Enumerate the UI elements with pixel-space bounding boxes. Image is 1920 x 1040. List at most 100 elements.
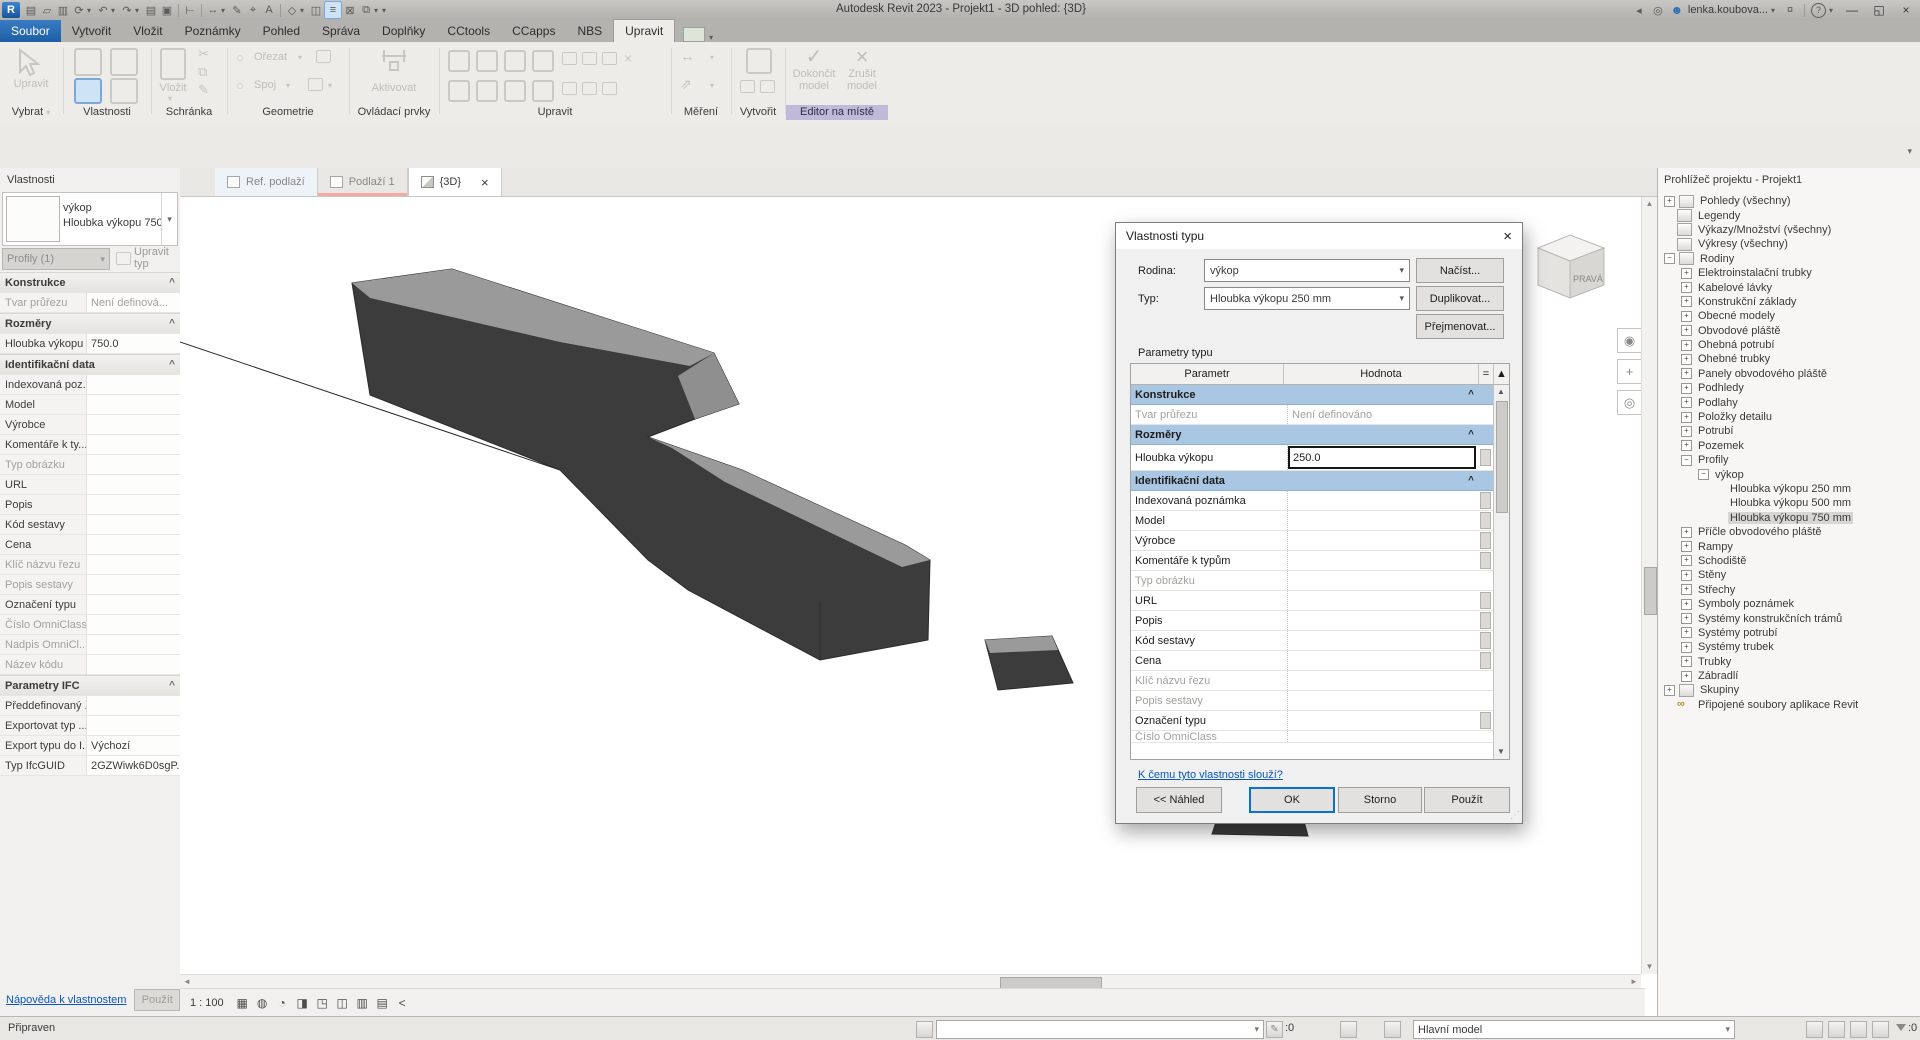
tree-expand-box[interactable]: +: [1664, 685, 1675, 696]
back-icon[interactable]: ◂: [1631, 2, 1647, 18]
switch-windows-icon[interactable]: ⧉: [358, 2, 374, 18]
tree-item-label[interactable]: Hloubka výkopu 500 mm: [1728, 497, 1853, 509]
detail-level-icon[interactable]: ▦: [235, 996, 250, 1011]
filter-icon[interactable]: [1896, 1024, 1906, 1031]
tree-item[interactable]: +Panely obvodového pláště: [1658, 367, 1920, 381]
type-selector-dropdown-icon[interactable]: ▾: [161, 193, 177, 245]
dimension-dropdown-icon[interactable]: ▾: [221, 6, 229, 15]
collapse-chevron-icon[interactable]: ^: [1468, 429, 1474, 440]
detail-line-icon[interactable]: ✎: [229, 2, 245, 18]
customize-qat-icon[interactable]: ▾: [382, 6, 390, 15]
trim-extend-icon[interactable]: [532, 80, 554, 102]
associate-parameter-button[interactable]: [1480, 632, 1491, 649]
active-option-icon[interactable]: [1384, 1021, 1401, 1038]
tab-nbs[interactable]: NBS: [566, 20, 613, 42]
preview-button[interactable]: << Náhled: [1136, 787, 1222, 813]
tree-expand-box[interactable]: −: [1664, 253, 1675, 264]
tree-item-label[interactable]: Symboly poznámek: [1696, 598, 1796, 610]
tree-item-label[interactable]: Trubky: [1696, 656, 1733, 668]
match-type-icon[interactable]: ✎: [198, 82, 209, 98]
tree-item-label[interactable]: Obvodové pláště: [1696, 325, 1783, 337]
tree-item-label[interactable]: Rampy: [1696, 541, 1735, 553]
group-label-ovladaci[interactable]: Ovládací prvky: [350, 105, 438, 120]
property-value[interactable]: 750.0: [87, 338, 180, 350]
user-dropdown-icon[interactable]: ▾: [1771, 6, 1779, 15]
editable-only-icon[interactable]: ✎: [1266, 1021, 1283, 1038]
modify-cursor-icon[interactable]: [14, 48, 40, 81]
tree-expand-box[interactable]: +: [1681, 671, 1692, 682]
tree-item-label[interactable]: Systémy trubek: [1696, 641, 1776, 653]
tree-expand-box[interactable]: +: [1681, 368, 1692, 379]
3d-view-dropdown-icon[interactable]: ▾: [300, 6, 308, 15]
tab-pohled[interactable]: Pohled: [252, 20, 311, 42]
move-icon[interactable]: [448, 80, 470, 102]
dialog-param-row[interactable]: URL: [1131, 591, 1494, 611]
paint-icon[interactable]: [308, 78, 323, 91]
tab-sprava[interactable]: Správa: [311, 20, 371, 42]
tree-item[interactable]: +Kabelové lávky: [1658, 280, 1920, 294]
type-selector[interactable]: výkop Hloubka výkopu 750 mm ▾: [2, 192, 178, 246]
associate-parameter-button[interactable]: [1480, 532, 1491, 549]
tree-item[interactable]: +Konstrukční základy: [1658, 295, 1920, 309]
associate-parameter-button[interactable]: [1480, 492, 1491, 509]
dialog-param-row[interactable]: Cena: [1131, 651, 1494, 671]
pin-icon[interactable]: [602, 52, 617, 65]
tree-expand-box[interactable]: +: [1681, 383, 1692, 394]
dialog-param-row[interactable]: Klíč názvu řezu: [1131, 671, 1494, 691]
associate-parameter-button[interactable]: [1480, 552, 1491, 569]
tree-expand-box[interactable]: +: [1681, 397, 1692, 408]
tree-item[interactable]: +Zábradlí: [1658, 669, 1920, 683]
tree-item[interactable]: +Položky detailu: [1658, 410, 1920, 424]
tree-item[interactable]: +Obecné modely: [1658, 309, 1920, 323]
param-value[interactable]: [1288, 651, 1478, 670]
tree-item[interactable]: Výkazy/Množství (všechny): [1658, 223, 1920, 237]
dialog-param-row[interactable]: Typ obrázku: [1131, 571, 1494, 591]
unpin-icon[interactable]: [602, 82, 617, 95]
property-row[interactable]: Komentáře k ty...: [0, 435, 180, 455]
tree-item-label[interactable]: Schodiště: [1696, 555, 1748, 567]
tree-item[interactable]: ∞Připojené soubory aplikace Revit: [1658, 698, 1920, 712]
property-value[interactable]: Výchozí: [87, 740, 180, 752]
cope-icon[interactable]: ○: [236, 50, 244, 65]
tree-item[interactable]: +Elektroinstalační trubky: [1658, 266, 1920, 280]
tree-expand-box[interactable]: +: [1681, 656, 1692, 667]
tree-expand-box[interactable]: −: [1698, 469, 1709, 480]
chevron-down-icon[interactable]: ▾: [1907, 146, 1912, 157]
pan-icon[interactable]: +: [1617, 359, 1642, 384]
column-header-value[interactable]: Hodnota: [1284, 364, 1479, 384]
default-3d-view-icon[interactable]: ◇: [284, 2, 300, 18]
mirror-draw-icon[interactable]: [532, 50, 554, 72]
property-section-header[interactable]: Konstrukce^: [0, 272, 180, 293]
modify-button-label[interactable]: Upravit: [0, 78, 62, 90]
crop-view-icon[interactable]: ◳: [315, 996, 330, 1011]
user-avatar-icon[interactable]: ☻: [1669, 2, 1685, 18]
element-filter-dropdown[interactable]: Profily (1)▾: [2, 248, 110, 270]
tree-expand-box[interactable]: +: [1681, 268, 1692, 279]
property-row[interactable]: Hloubka výkopu750.0: [0, 334, 180, 354]
tree-item-label[interactable]: Legendy: [1696, 210, 1742, 222]
dialog-param-row[interactable]: Indexovaná poznámka: [1131, 491, 1494, 511]
duplicate-button[interactable]: Duplikovat...: [1416, 286, 1504, 311]
contextual-tab-icon[interactable]: [683, 27, 705, 42]
join-label[interactable]: Spoj: [254, 79, 276, 91]
group-label-mereni[interactable]: Měření: [672, 105, 730, 120]
dialog-resize-grip[interactable]: ⋰: [1510, 810, 1520, 821]
tree-expand-box[interactable]: +: [1681, 354, 1692, 365]
properties-help-link[interactable]: Nápověda k vlastnostem: [6, 994, 126, 1006]
measure-dropdown-icon[interactable]: ▾: [710, 53, 714, 62]
sync-icon[interactable]: ⟳: [71, 2, 87, 18]
tree-item[interactable]: Výkresy (všechny): [1658, 237, 1920, 251]
dialog-param-row[interactable]: Tvar průřezuNení definováno: [1131, 405, 1494, 425]
design-option-dropdown[interactable]: Hlavní model▾: [1413, 1020, 1735, 1039]
tree-item[interactable]: +Ohebná potrubí: [1658, 338, 1920, 352]
group-label-vlastnosti[interactable]: Vlastnosti: [64, 105, 150, 120]
param-value[interactable]: Není definováno: [1288, 405, 1494, 424]
select-links-icon[interactable]: [1850, 1021, 1867, 1038]
tree-item[interactable]: +Příčle obvodového pláště: [1658, 525, 1920, 539]
finish-model-button[interactable]: ✓ Dokončitmodel: [790, 46, 838, 92]
view-scale-button[interactable]: 1 : 100: [184, 997, 230, 1009]
measure-icon[interactable]: ⊢: [182, 2, 198, 18]
collapse-chevron-icon[interactable]: ^: [169, 359, 175, 370]
mirror-pick-icon[interactable]: [504, 50, 526, 72]
associate-parameter-button[interactable]: [1480, 449, 1491, 466]
